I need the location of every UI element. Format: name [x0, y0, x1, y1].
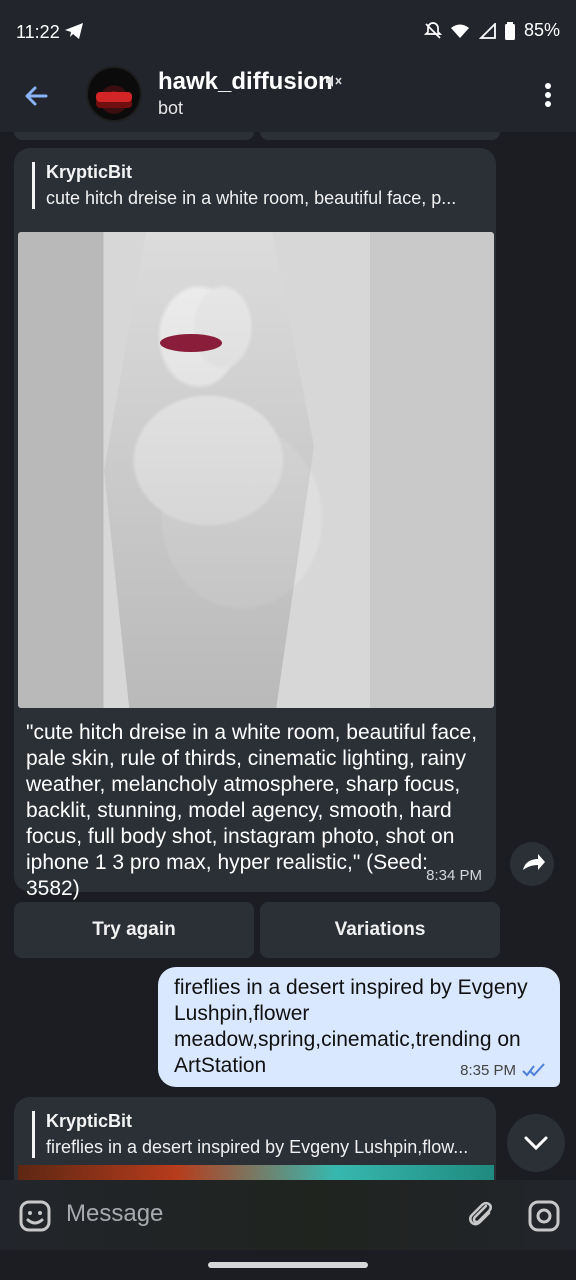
reply-text-2: fireflies in a desert inspired by Evgeny…	[46, 1137, 469, 1157]
forward-icon	[523, 854, 545, 870]
chevron-down-icon	[524, 1136, 548, 1151]
chat-header: hawk_diffusion bot	[0, 62, 576, 132]
mute-icon	[324, 72, 342, 90]
previous-inline-buttons[interactable]	[14, 132, 500, 140]
camera-icon	[528, 1200, 560, 1232]
chat-title[interactable]: hawk_diffusion	[158, 68, 333, 96]
attach-button[interactable]	[466, 1198, 496, 1232]
back-arrow-icon	[25, 86, 48, 106]
message-input[interactable]: Message	[66, 1200, 163, 1228]
message-time: 8:34 PM	[426, 867, 482, 884]
status-right: 85%	[423, 20, 560, 41]
battery-percent: 85%	[523, 20, 560, 40]
inline-keyboard: Try again Variations	[14, 902, 500, 958]
status-time: 11:22	[16, 22, 60, 42]
reply-text: cute hitch dreise in a white room, beaut…	[46, 188, 457, 208]
outgoing-message[interactable]: fireflies in a desert inspired by Evgeny…	[158, 967, 560, 1087]
camera-button[interactable]	[526, 1198, 562, 1234]
reply-author-2: KrypticBit	[46, 1111, 133, 1131]
telegram-icon	[64, 22, 84, 40]
double-check-icon	[522, 1063, 546, 1077]
home-indicator[interactable]	[208, 1262, 368, 1268]
chat-subtitle: bot	[158, 98, 184, 118]
forward-button[interactable]	[510, 842, 554, 886]
avatar[interactable]	[86, 66, 142, 122]
variations-button[interactable]: Variations	[260, 902, 500, 958]
chat-scroll-area[interactable]: KrypticBit cute hitch dreise in a white …	[0, 132, 576, 1180]
wifi-icon	[450, 23, 470, 39]
paperclip-icon	[469, 1201, 492, 1226]
system-navigation-bar	[0, 1250, 576, 1280]
reply-preview[interactable]: KrypticBit cute hitch dreise in a white …	[32, 162, 482, 209]
signal-icon	[478, 22, 496, 39]
back-button[interactable]	[20, 80, 52, 112]
more-button[interactable]	[542, 80, 554, 110]
status-bar: 11:22 85%	[0, 0, 576, 62]
generated-image[interactable]	[18, 232, 494, 708]
outgoing-time: 8:35 PM	[460, 1062, 516, 1079]
more-vert-icon	[545, 83, 551, 107]
message-caption: "cute hitch dreise in a white room, beau…	[26, 721, 478, 900]
emoji-button[interactable]	[18, 1199, 52, 1233]
battery-icon	[504, 21, 516, 41]
alarm-off-icon	[423, 21, 442, 40]
scroll-down-button[interactable]	[507, 1114, 565, 1172]
incoming-image-message[interactable]: KrypticBit cute hitch dreise in a white …	[14, 148, 496, 900]
reply-preview-2[interactable]: KrypticBit fireflies in a desert inspire…	[32, 1111, 482, 1158]
incoming-preview-message[interactable]: KrypticBit fireflies in a desert inspire…	[14, 1097, 496, 1180]
reply-author: KrypticBit	[46, 162, 133, 182]
emoji-icon	[19, 1200, 51, 1232]
message-composer: Message	[0, 1180, 576, 1250]
try-again-button[interactable]: Try again	[14, 902, 254, 958]
image-thumbnail[interactable]	[18, 1165, 494, 1180]
